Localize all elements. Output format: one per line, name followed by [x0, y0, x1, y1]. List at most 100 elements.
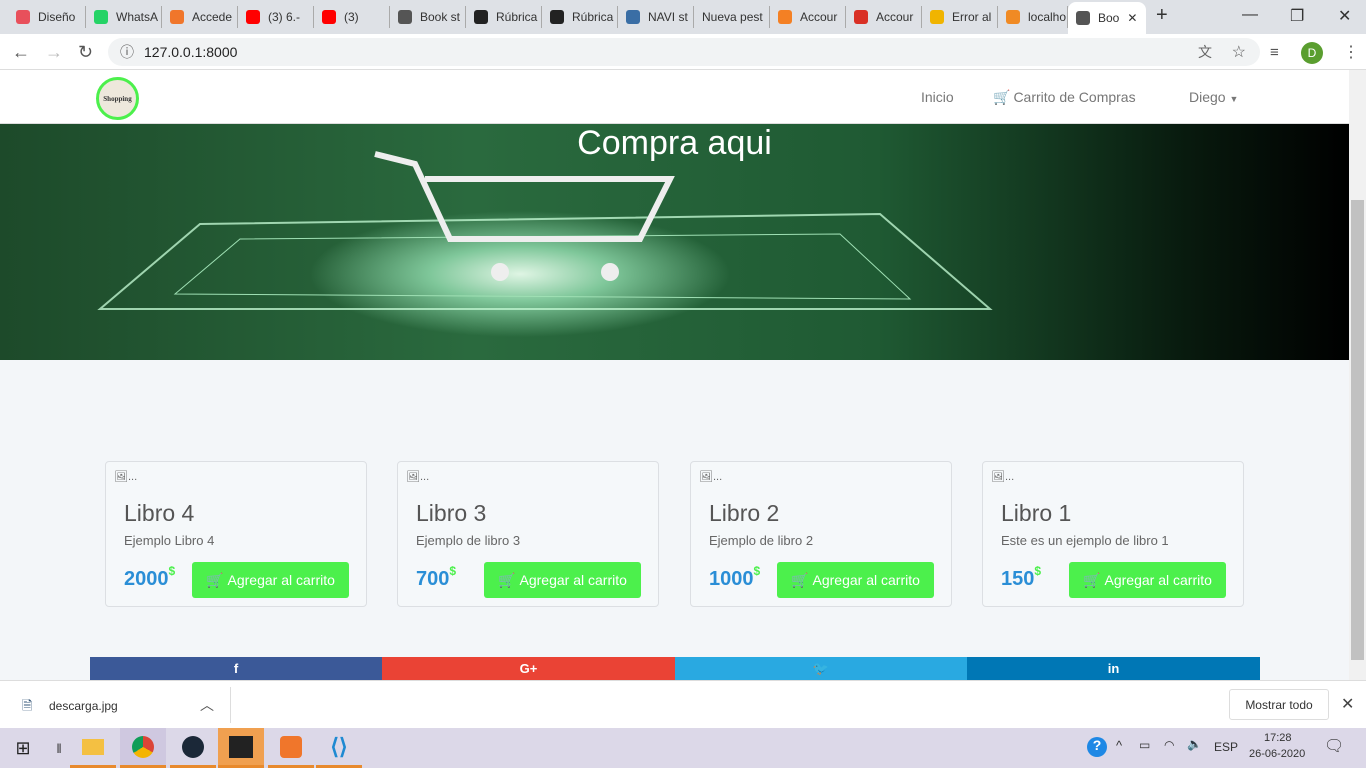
- browser-tab[interactable]: Rúbrica: [466, 6, 542, 28]
- steam-icon[interactable]: [170, 728, 216, 768]
- vscode-icon[interactable]: ⟨⟩: [316, 728, 362, 768]
- cart-icon: 🛒: [1083, 571, 1101, 588]
- browser-tab[interactable]: Error al: [922, 6, 998, 28]
- browser-tab[interactable]: Diseño: [8, 6, 86, 28]
- share-linkedin-button[interactable]: in: [967, 657, 1260, 680]
- tab-label: NAVI st: [648, 10, 688, 24]
- nav-user-dropdown[interactable]: Diego ▼: [1189, 89, 1238, 105]
- share-facebook-button[interactable]: f: [90, 657, 382, 680]
- product-description: Ejemplo Libro 4: [124, 533, 215, 548]
- add-to-cart-button[interactable]: 🛒 Agregar al carrito: [777, 562, 934, 598]
- scrollbar-thumb[interactable]: [1351, 200, 1364, 660]
- forward-icon[interactable]: →: [45, 42, 63, 63]
- chrome-icon[interactable]: [120, 728, 166, 768]
- tab-label: (3): [344, 10, 359, 24]
- google-plus-icon: G+: [519, 661, 538, 676]
- tab-favicon-icon: [474, 10, 488, 24]
- add-to-cart-button[interactable]: 🛒 Agregar al carrito: [192, 562, 349, 598]
- broken-image-icon: 🖼...: [406, 471, 430, 483]
- broken-image-icon: 🖼...: [114, 471, 138, 483]
- hero-title: Compra aqui: [577, 124, 772, 162]
- show-all-button[interactable]: Mostrar todo: [1229, 689, 1329, 720]
- new-tab-button[interactable]: +: [1156, 4, 1168, 27]
- browser-tab[interactable]: NAVI st: [618, 6, 694, 28]
- add-to-cart-button[interactable]: 🛒 Agregar al carrito: [484, 562, 641, 598]
- cart-icon: 🛒: [498, 571, 516, 588]
- profile-avatar[interactable]: D: [1301, 42, 1323, 64]
- twitter-icon: 🐦: [812, 660, 830, 676]
- product-price: 2000$: [124, 564, 176, 590]
- reload-icon[interactable]: ↻: [78, 42, 93, 63]
- sublime-icon[interactable]: [218, 728, 264, 768]
- currency-symbol: $: [753, 564, 761, 578]
- url-bar[interactable]: ⓘ 127.0.0.1:8000 文 ☆: [108, 38, 1260, 66]
- add-to-cart-button[interactable]: 🛒 Agregar al carrito: [1069, 562, 1226, 598]
- clock-time[interactable]: 17:28: [1264, 732, 1292, 744]
- broken-image-icon: 🖼...: [991, 471, 1015, 483]
- info-icon[interactable]: ⓘ: [120, 42, 134, 62]
- close-tab-icon[interactable]: ✕: [1127, 11, 1137, 25]
- browser-tab[interactable]: (3) 6.-: [238, 6, 314, 28]
- chevron-up-tray-icon[interactable]: ^: [1116, 738, 1122, 753]
- close-window-button[interactable]: ✕: [1338, 6, 1351, 26]
- minimize-button[interactable]: —: [1242, 6, 1258, 24]
- product-price: 150$: [1001, 564, 1042, 590]
- nav-home[interactable]: Inicio: [921, 89, 954, 105]
- browser-tab[interactable]: Nueva pest: [694, 6, 770, 28]
- back-icon[interactable]: ←: [12, 42, 30, 63]
- browser-tab[interactable]: Accede: [162, 6, 238, 28]
- product-price: 700$: [416, 564, 457, 590]
- tab-label: WhatsA: [116, 10, 159, 24]
- menu-icon[interactable]: ⋮: [1343, 42, 1359, 62]
- share-twitter-button[interactable]: 🐦: [675, 657, 967, 680]
- xampp-icon[interactable]: [268, 728, 314, 768]
- browser-tab[interactable]: Boo ✕: [1068, 2, 1146, 34]
- chevron-up-icon[interactable]: ︿: [200, 695, 214, 715]
- translate-icon[interactable]: 文: [1198, 42, 1212, 62]
- url-text: 127.0.0.1:8000: [144, 44, 238, 60]
- tab-favicon-icon: [322, 10, 336, 24]
- browser-tab[interactable]: WhatsA: [86, 6, 162, 28]
- tab-favicon-icon: [398, 10, 412, 24]
- notifications-icon[interactable]: 🗨: [1324, 736, 1344, 756]
- browser-tab[interactable]: Accour: [770, 6, 846, 28]
- bookmark-star-icon[interactable]: ☆: [1232, 42, 1246, 62]
- media-icon[interactable]: ≡: [1270, 44, 1279, 61]
- product-title: Libro 2: [709, 500, 780, 526]
- tab-favicon-icon: [930, 10, 944, 24]
- linkedin-icon: in: [1107, 661, 1120, 676]
- image-alt: ...: [419, 471, 430, 483]
- help-icon[interactable]: ?: [1087, 737, 1107, 757]
- cart-icon: 🛒: [206, 571, 224, 588]
- wifi-icon[interactable]: ◠: [1164, 738, 1174, 752]
- battery-icon[interactable]: ▭: [1139, 738, 1150, 752]
- product-description: Ejemplo de libro 3: [416, 533, 521, 548]
- share-google-plus-button[interactable]: G+: [382, 657, 675, 680]
- browser-tab[interactable]: Accour: [846, 6, 922, 28]
- browser-tab[interactable]: Book st: [390, 6, 466, 28]
- clock-date[interactable]: 26-06-2020: [1249, 748, 1305, 760]
- browser-tab[interactable]: (3): [314, 6, 390, 28]
- tab-favicon-icon: [1006, 10, 1020, 24]
- divider: [230, 687, 231, 723]
- product-title: Libro 4: [124, 500, 195, 526]
- volume-icon[interactable]: 🔈: [1187, 737, 1202, 751]
- tab-label: Book st: [420, 10, 461, 24]
- taskbar: ⊞ ‖ ⟨⟩ ? ^ ▭ ◠ 🔈 ESP 17:28 26-06-2020 🗨: [0, 728, 1366, 768]
- language-indicator[interactable]: ESP: [1214, 740, 1238, 754]
- file-explorer-icon[interactable]: [70, 728, 116, 768]
- browser-tab[interactable]: localho: [998, 6, 1068, 28]
- tab-label: Accede: [192, 10, 233, 24]
- close-download-bar-icon[interactable]: ✕: [1341, 694, 1354, 714]
- file-icon: 🗎: [22, 698, 33, 713]
- browser-tab[interactable]: Rúbrica: [542, 6, 618, 28]
- site-logo[interactable]: Shopping: [96, 77, 139, 120]
- page-viewport: Shopping Inicio 🛒 Carrito de Compras Dieg…: [0, 70, 1349, 680]
- restore-button[interactable]: ❐: [1290, 6, 1304, 26]
- tab-favicon-icon: [626, 10, 640, 24]
- nav-cart[interactable]: 🛒 Carrito de Compras: [993, 89, 1136, 106]
- download-filename[interactable]: descarga.jpg: [49, 699, 118, 713]
- cart-icon: 🛒: [791, 571, 809, 588]
- image-alt: ...: [127, 471, 138, 483]
- image-alt: ...: [712, 471, 723, 483]
